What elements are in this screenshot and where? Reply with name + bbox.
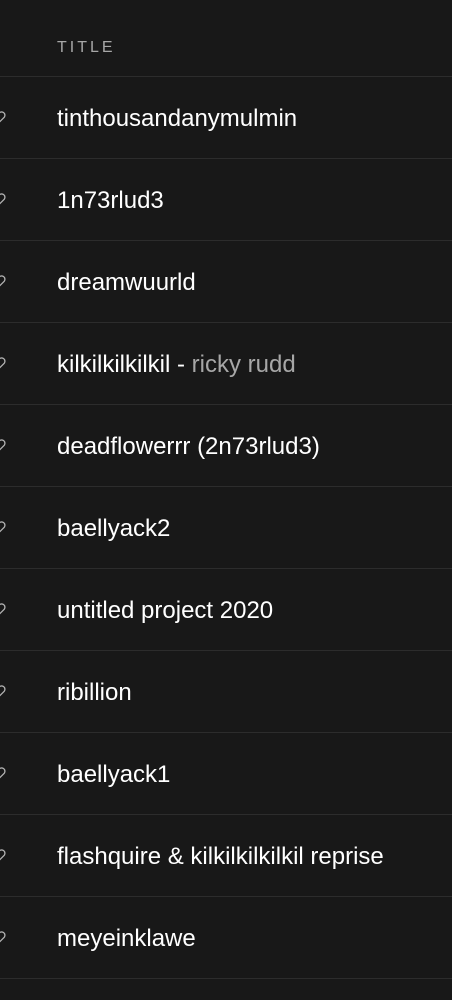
heart-icon[interactable] (0, 192, 6, 206)
track-title-group: meyeinklawe (57, 924, 196, 954)
track-title[interactable]: 1n73rlud3 (57, 187, 164, 214)
track-title-group: flashquire & kilkilkilkilkil reprise (57, 842, 384, 872)
artist-separator: - (170, 351, 192, 378)
track-row[interactable]: baellyack2 (0, 487, 452, 569)
track-artist[interactable]: ricky rudd (192, 351, 296, 378)
track-list-header: TITLE (0, 0, 452, 77)
heart-icon[interactable] (0, 930, 6, 944)
heart-icon[interactable] (0, 848, 6, 862)
track-title-group: untitled project 2020 (57, 596, 273, 626)
track-title[interactable]: tinthousandanymulmin (57, 105, 297, 132)
track-title[interactable]: ribillion (57, 679, 132, 706)
track-list: TITLE tinthousandanymulmin 1n73rlud3 dre… (0, 0, 452, 1000)
track-row[interactable]: meyeinklawe (0, 897, 452, 979)
track-row[interactable]: ribillion (0, 651, 452, 733)
track-row[interactable]: dreamwuurld (0, 241, 452, 323)
heart-icon[interactable] (0, 356, 6, 370)
track-title-group: baellyack2 (57, 514, 170, 544)
track-row[interactable]: deadflowerrr (2n73rlud3) (0, 405, 452, 487)
track-title[interactable]: dreamwuurld (57, 269, 196, 296)
track-title[interactable]: kilkilkilkilkil (57, 351, 170, 378)
heart-icon[interactable] (0, 110, 6, 124)
track-title[interactable]: flashquire & kilkilkilkilkil reprise (57, 843, 384, 870)
track-row[interactable]: 1n73rlud3 (0, 159, 452, 241)
heart-icon[interactable] (0, 684, 6, 698)
track-title[interactable]: untitled project 2020 (57, 597, 273, 624)
track-title-group: dreamwuurld (57, 268, 196, 298)
track-row[interactable]: tinthousandanymulmin (0, 77, 452, 159)
track-title-group: deadflowerrr (2n73rlud3) (57, 432, 320, 462)
track-title-group: ribillion (57, 678, 132, 708)
heart-icon[interactable] (0, 520, 6, 534)
track-title[interactable]: baellyack1 (57, 761, 170, 788)
track-row[interactable]: flashquire & kilkilkilkilkil reprise (0, 815, 452, 897)
track-title[interactable]: baellyack2 (57, 515, 170, 542)
heart-icon[interactable] (0, 274, 6, 288)
track-title-group: tinthousandanymulmin (57, 104, 297, 134)
track-row[interactable]: untitled project 2020 (0, 569, 452, 651)
heart-icon[interactable] (0, 438, 6, 452)
track-title[interactable]: meyeinklawe (57, 925, 196, 952)
heart-icon[interactable] (0, 766, 6, 780)
track-title-group: kilkilkilkilkil - ricky rudd (57, 350, 296, 380)
heart-icon[interactable] (0, 602, 6, 616)
track-title-group: 1n73rlud3 (57, 186, 164, 216)
track-row[interactable]: kilkilkilkilkil - ricky rudd (0, 323, 452, 405)
track-row[interactable]: baellyack1 (0, 733, 452, 815)
track-title[interactable]: deadflowerrr (2n73rlud3) (57, 433, 320, 460)
title-column-header[interactable]: TITLE (57, 38, 116, 58)
track-title-group: baellyack1 (57, 760, 170, 790)
